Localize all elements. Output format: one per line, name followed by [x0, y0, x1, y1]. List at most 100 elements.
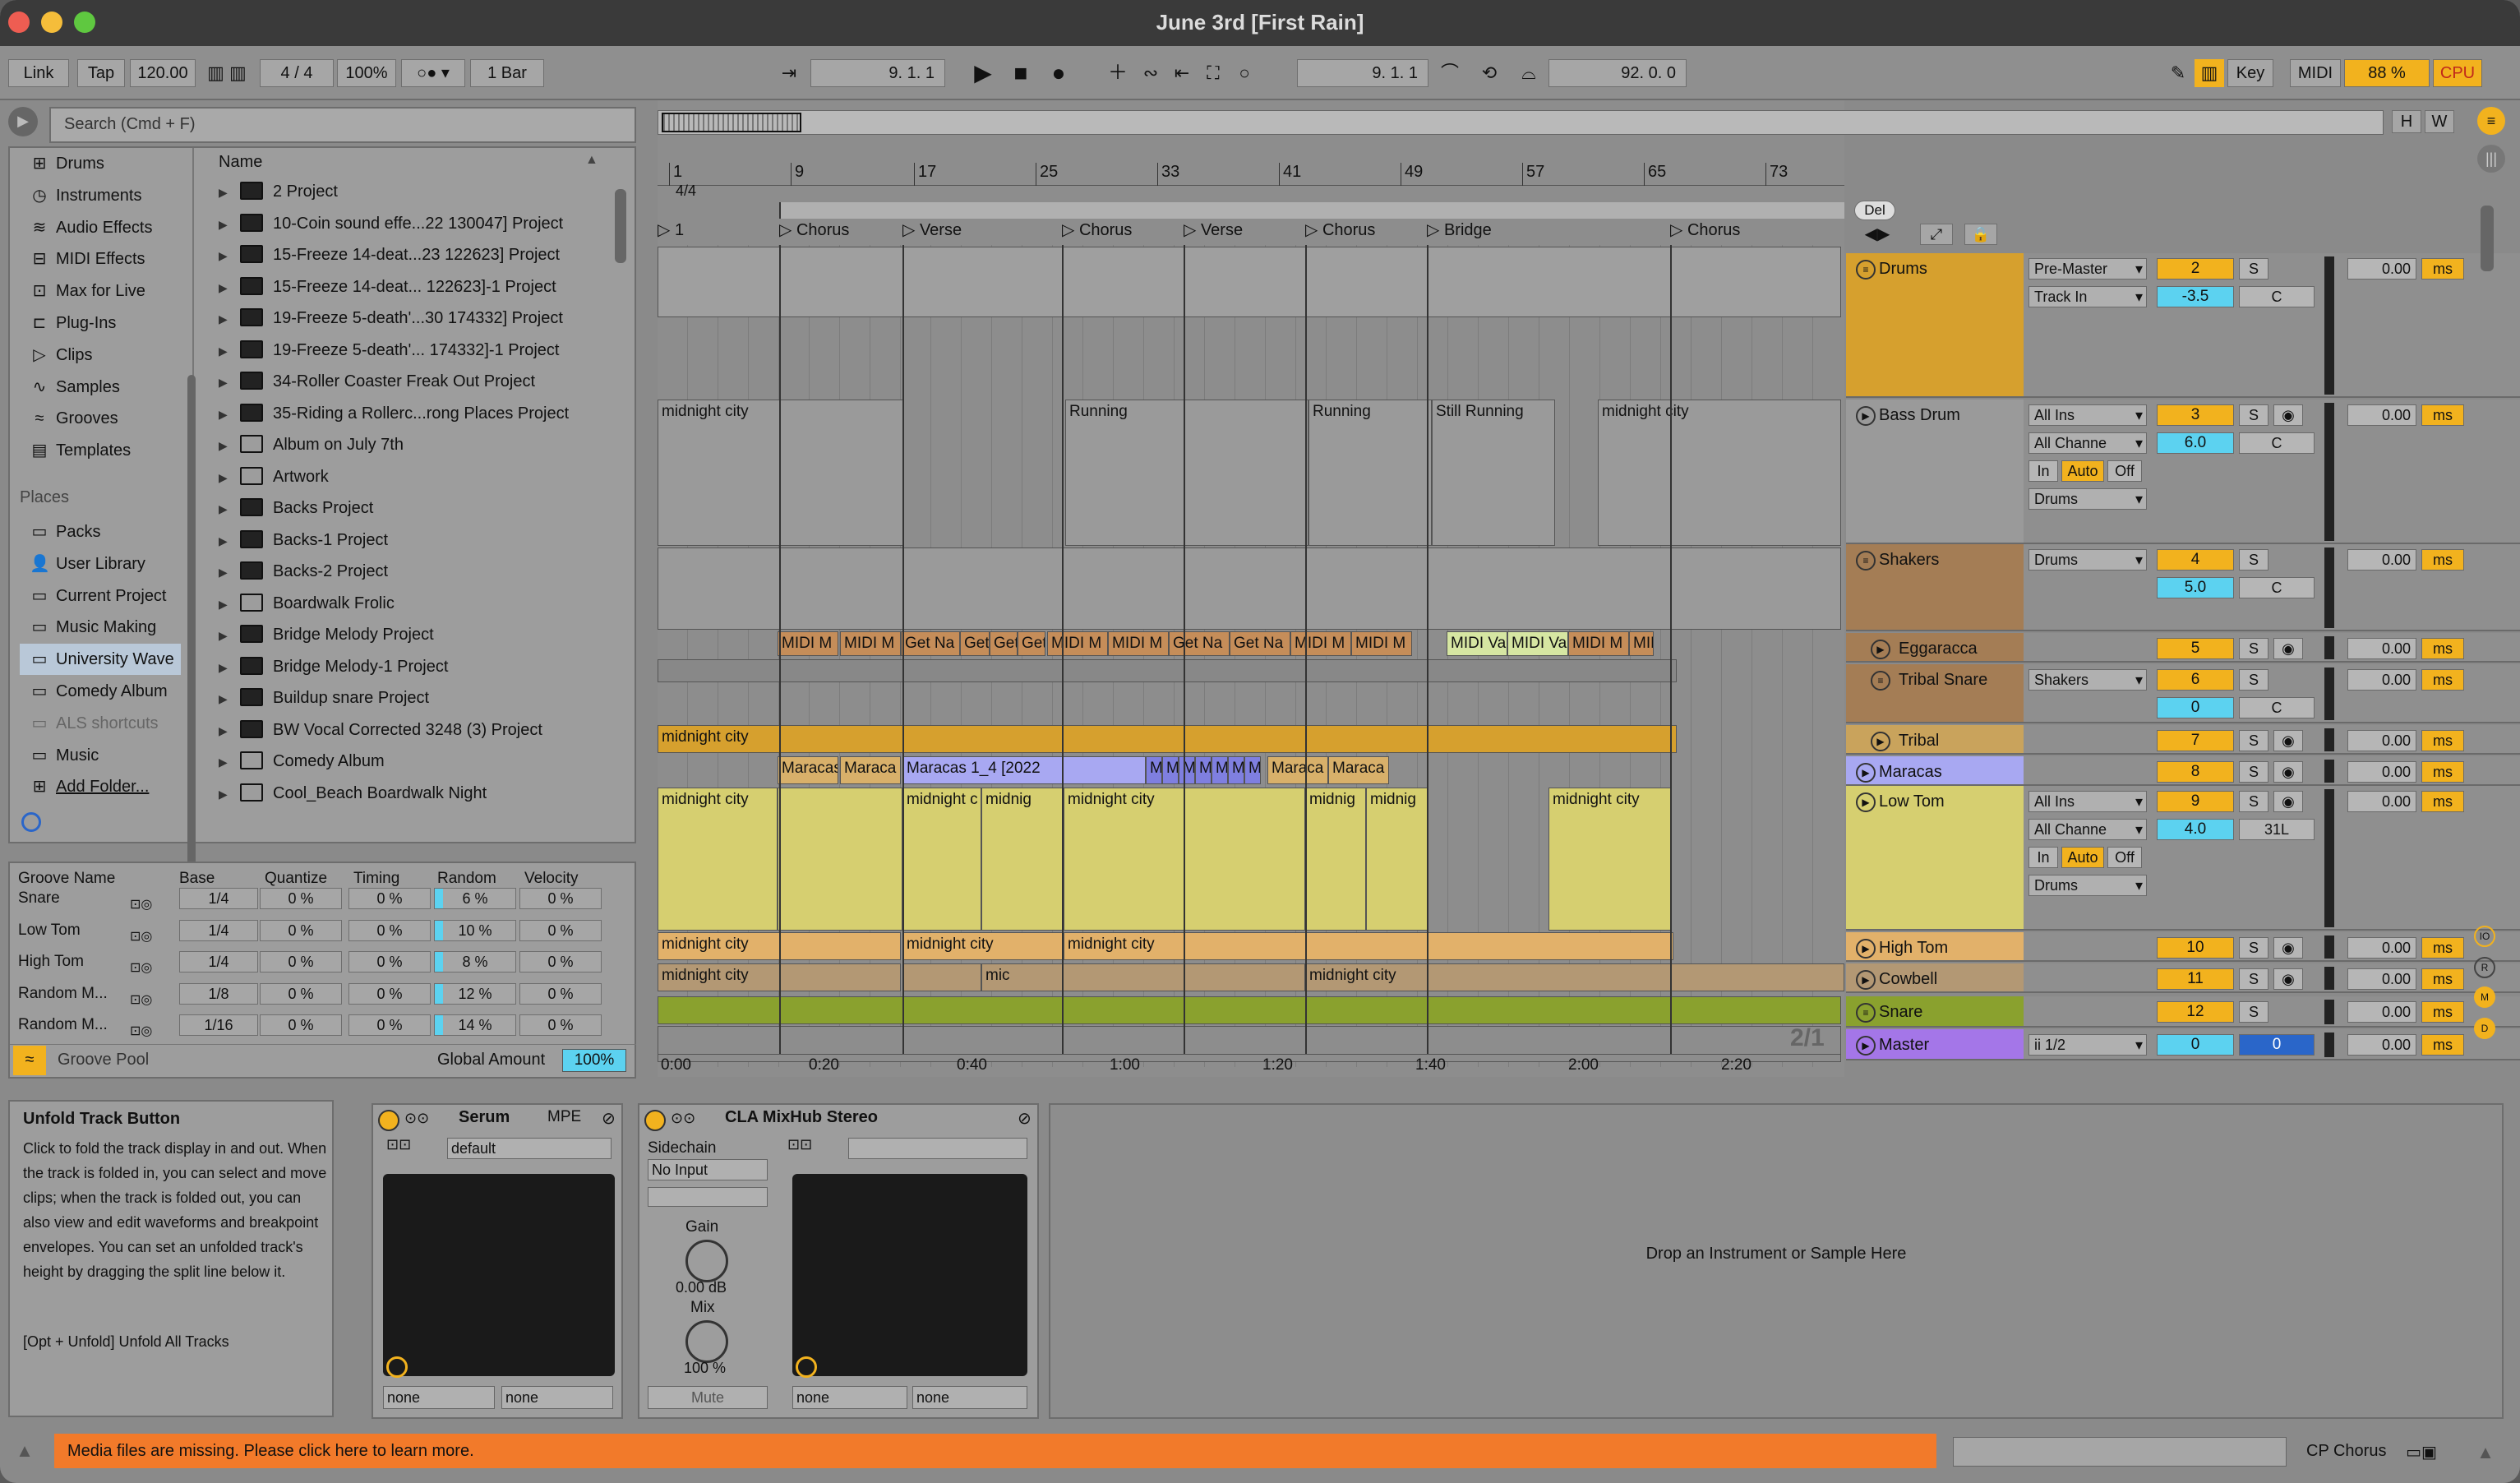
- delay-unit-button[interactable]: ms: [2421, 761, 2464, 783]
- clip[interactable]: [658, 996, 1841, 1024]
- solo-button[interactable]: S: [2239, 404, 2268, 426]
- track-tribal[interactable]: ▶ Tribal 7 S ◉ 0.00 ms: [1846, 725, 2520, 755]
- preset-name[interactable]: default: [447, 1138, 612, 1159]
- track-activator[interactable]: 0: [2157, 1034, 2234, 1056]
- arm-icon[interactable]: ◉: [2273, 937, 2303, 959]
- groove-base-field[interactable]: 1/16: [179, 1014, 258, 1036]
- preset-save-icon[interactable]: ⊡⊡: [386, 1136, 411, 1153]
- place-current-project[interactable]: ▭ Current Project: [30, 580, 167, 612]
- device-drop-area[interactable]: Drop an Instrument or Sample Here: [1049, 1103, 2504, 1419]
- track-name-header[interactable]: ≡ Shakers: [1846, 544, 2024, 630]
- arm-icon[interactable]: ◉: [2273, 968, 2303, 990]
- track-activator[interactable]: 2: [2157, 258, 2234, 280]
- mixer-toggle-icon[interactable]: |||: [2477, 145, 2505, 173]
- arrangement-position-field[interactable]: 9. 1. 1: [810, 59, 945, 87]
- clip[interactable]: MIDI M: [1568, 631, 1629, 656]
- file-row[interactable]: ▶ Artwork: [219, 461, 630, 492]
- delay-unit-button[interactable]: ms: [2421, 549, 2464, 571]
- sort-arrow-icon[interactable]: ▲: [585, 153, 598, 168]
- track-snare[interactable]: ≡ Snare 12 S 0.00 ms: [1846, 996, 2520, 1028]
- groove-base-field[interactable]: 1/4: [179, 951, 258, 972]
- file-row[interactable]: ▶ 10-Coin sound effe...22 130047] Project: [219, 208, 630, 239]
- expand-arrow-icon[interactable]: ▶: [219, 715, 240, 746]
- track-activator[interactable]: 8: [2157, 761, 2234, 783]
- clip[interactable]: Maracas 1_4 [2022: [902, 756, 1146, 784]
- time-signature-marker[interactable]: 4/4: [676, 182, 696, 200]
- volume-field[interactable]: 0: [2239, 1034, 2315, 1056]
- volume-field[interactable]: 4.0: [2157, 819, 2234, 840]
- output-select[interactable]: Drums: [2028, 875, 2147, 896]
- expand-arrow-icon[interactable]: ▶: [219, 367, 240, 397]
- file-row[interactable]: ▶ Comedy Album: [219, 746, 630, 777]
- file-row[interactable]: ▶ 15-Freeze 14-deat... 122623]-1 Project: [219, 271, 630, 303]
- delay-unit-button[interactable]: ms: [2421, 1034, 2464, 1056]
- unfold-track-icon[interactable]: ▶: [1856, 763, 1876, 783]
- computer-keyboard-icon[interactable]: ▥: [2195, 59, 2224, 87]
- groove-row[interactable]: Random M... ⊡◎ 1/8 0 % 0 % 12 % 0 %: [10, 978, 635, 1009]
- solo-button[interactable]: S: [2239, 638, 2268, 659]
- clip[interactable]: mic: [981, 963, 1305, 991]
- clip[interactable]: midnight city: [658, 400, 904, 546]
- track-activator[interactable]: 5: [2157, 638, 2234, 659]
- clip[interactable]: midnig: [981, 788, 1064, 931]
- groove-timing-field[interactable]: 0 %: [348, 888, 431, 909]
- track-name-header[interactable]: ▶ Cowbell: [1846, 963, 2024, 991]
- solo-button[interactable]: S: [2239, 761, 2268, 783]
- category-midi-effects[interactable]: ⊟ MIDI Effects: [30, 243, 145, 275]
- clip[interactable]: Still Running: [1432, 400, 1555, 546]
- expand-arrow-icon[interactable]: ▶: [219, 652, 240, 682]
- file-row[interactable]: ▶ Boardwalk Frolic: [219, 588, 630, 619]
- global-amount-field[interactable]: 100%: [562, 1049, 626, 1072]
- locator[interactable]: ▷ Chorus: [779, 219, 849, 242]
- file-row[interactable]: ▶ Backs-2 Project: [219, 556, 630, 587]
- returns-toggle-icon[interactable]: R: [2474, 957, 2495, 978]
- back-to-arrangement-icon[interactable]: ⇤: [1165, 59, 1198, 87]
- status-message[interactable]: Media files are missing. Please click he…: [67, 1442, 474, 1460]
- file-row[interactable]: ▶ Buildup snare Project: [219, 682, 630, 714]
- track-activator[interactable]: 4: [2157, 549, 2234, 571]
- clip[interactable]: [778, 788, 902, 931]
- input-type-select[interactable]: All Ins: [2028, 404, 2147, 426]
- expand-arrow-icon[interactable]: ▶: [219, 272, 240, 303]
- groove-row[interactable]: High Tom ⊡◎ 1/4 0 % 0 % 8 % 0 %: [10, 946, 635, 977]
- delete-button[interactable]: Del: [1854, 201, 1895, 220]
- pan-control[interactable]: C: [2239, 286, 2315, 307]
- mixer-section-icon[interactable]: M: [2474, 986, 2495, 1008]
- groove-velocity-field[interactable]: 0 %: [519, 982, 602, 1005]
- groove-quantize-field[interactable]: 0 %: [260, 888, 342, 909]
- groove-quantize-field[interactable]: 0 %: [260, 951, 342, 972]
- clip[interactable]: Maraca: [840, 756, 901, 784]
- delay-unit-button[interactable]: ms: [2421, 791, 2464, 812]
- input-type-select[interactable]: Pre-Master: [2028, 258, 2147, 280]
- groove-quantize-field[interactable]: 0 %: [260, 1014, 342, 1036]
- session-record-icon[interactable]: ○: [1228, 59, 1261, 87]
- clip[interactable]: M: [1146, 756, 1162, 784]
- category-samples[interactable]: ∿ Samples: [30, 372, 120, 403]
- clip[interactable]: MIDI Va: [1447, 631, 1507, 656]
- clip[interactable]: midnight city: [902, 932, 1064, 960]
- place-music[interactable]: ▭ Music: [30, 740, 99, 771]
- groove-row[interactable]: Random M... ⊡◎ 1/16 0 % 0 % 14 % 0 %: [10, 1009, 635, 1041]
- arm-icon[interactable]: ◉: [2273, 730, 2303, 751]
- track-drums[interactable]: ≡DrumsPre-MasterTrack In2-3.5SC0.00ms: [1846, 253, 2520, 398]
- clip[interactable]: midnight city: [658, 725, 1677, 753]
- track-shakers[interactable]: ≡ShakersDrums45.0SC0.00ms: [1846, 544, 2520, 631]
- quantize-select[interactable]: 1 Bar: [470, 59, 544, 87]
- capture-icon[interactable]: ⛶: [1197, 59, 1230, 87]
- delay-unit-button[interactable]: ms: [2421, 638, 2464, 659]
- browser-toggle-icon[interactable]: ▶: [8, 107, 38, 136]
- maximize-window-icon[interactable]: [74, 12, 95, 33]
- clip[interactable]: Maracas: [778, 756, 838, 784]
- delay-section-icon[interactable]: D: [2474, 1018, 2495, 1039]
- clip[interactable]: midnig: [1366, 788, 1428, 931]
- track-delay-field[interactable]: 0.00: [2347, 968, 2416, 990]
- clip[interactable]: Running: [1308, 400, 1432, 546]
- category-drums[interactable]: ⊞ Drums: [30, 148, 104, 179]
- solo-button[interactable]: S: [2239, 968, 2268, 990]
- pan-control[interactable]: C: [2239, 697, 2315, 718]
- category-templates[interactable]: ▤ Templates: [30, 435, 132, 466]
- name-column-header[interactable]: Name: [219, 153, 262, 172]
- bar-ruler[interactable]: 1 9 17 25 33 41 49 57 65 73: [658, 161, 1844, 186]
- arm-icon[interactable]: ◉: [2273, 791, 2303, 812]
- clip[interactable]: midnight city: [1064, 932, 1673, 960]
